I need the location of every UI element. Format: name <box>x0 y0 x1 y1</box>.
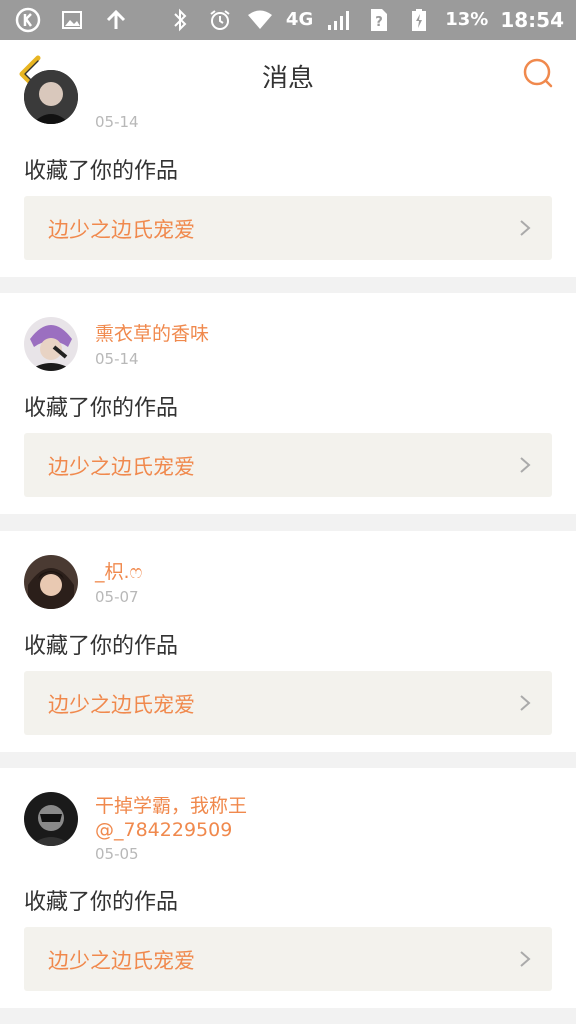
work-title: 边少之边氏宠爱 <box>48 693 195 717</box>
upload-arrow-icon <box>102 6 130 34</box>
message-action: 收藏了你的作品 <box>24 890 179 915</box>
chevron-right-icon <box>518 455 532 475</box>
message-card: 熏衣草的香味 05-14 收藏了你的作品 边少之边氏宠爱 <box>0 293 576 514</box>
message-date: 05-07 <box>95 588 139 606</box>
avatar[interactable] <box>24 70 78 124</box>
k-icon <box>14 6 42 34</box>
message-card: 05-14 收藏了你的作品 边少之边氏宠爱 <box>0 70 576 277</box>
avatar[interactable] <box>24 317 78 371</box>
bluetooth-icon <box>166 6 194 34</box>
work-title: 边少之边氏宠爱 <box>48 218 195 242</box>
work-title: 边少之边氏宠爱 <box>48 455 195 479</box>
battery-percent: 13% <box>445 9 489 30</box>
wifi-icon <box>246 6 274 34</box>
search-button[interactable] <box>520 56 556 92</box>
chevron-right-icon <box>518 218 532 238</box>
svg-text:?: ? <box>375 15 383 30</box>
message-action: 收藏了你的作品 <box>24 159 179 184</box>
image-icon <box>58 6 86 34</box>
username[interactable]: 干掉学霸，我称王 <box>95 794 247 818</box>
work-link[interactable]: 边少之边氏宠爱 <box>24 196 552 260</box>
message-date: 05-14 <box>95 113 139 131</box>
signal-icon <box>325 6 353 34</box>
work-link[interactable]: 边少之边氏宠爱 <box>24 671 552 735</box>
message-date: 05-14 <box>95 350 139 368</box>
message-action: 收藏了你的作品 <box>24 634 179 659</box>
work-title: 边少之边氏宠爱 <box>48 949 195 973</box>
work-link[interactable]: 边少之边氏宠爱 <box>24 927 552 991</box>
sim-icon: ? <box>365 6 393 34</box>
message-card: 干掉学霸，我称王 @_784229509 05-05 收藏了你的作品 边少之边氏… <box>0 768 576 1008</box>
network-type: 4G <box>285 9 314 30</box>
message-card: _枳.ෆ 05-07 收藏了你的作品 边少之边氏宠爱 <box>0 531 576 752</box>
battery-icon <box>405 6 433 34</box>
status-bar: 4G ? 13% 18:54 <box>0 0 576 40</box>
avatar[interactable] <box>24 792 78 846</box>
work-link[interactable]: 边少之边氏宠爱 <box>24 433 552 497</box>
alarm-icon <box>206 6 234 34</box>
username[interactable]: 熏衣草的香味 <box>95 322 209 346</box>
avatar[interactable] <box>24 555 78 609</box>
clock: 18:54 <box>500 8 564 32</box>
message-action: 收藏了你的作品 <box>24 396 179 421</box>
username[interactable]: _枳.ෆ <box>95 560 142 584</box>
user-handle[interactable]: @_784229509 <box>95 818 232 842</box>
chevron-right-icon <box>518 949 532 969</box>
message-date: 05-05 <box>95 845 139 863</box>
chevron-right-icon <box>518 693 532 713</box>
